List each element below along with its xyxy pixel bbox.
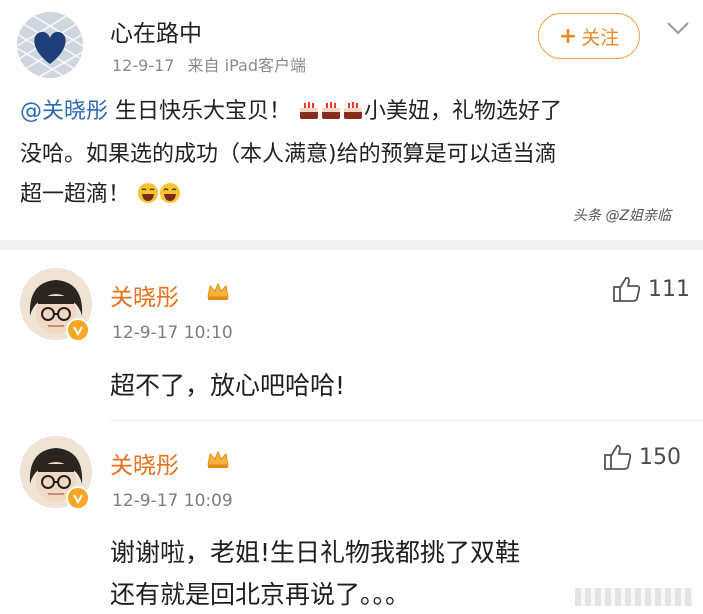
cake-emoji-icon bbox=[298, 95, 320, 135]
follow-label: 关注 bbox=[581, 26, 620, 49]
follow-button[interactable]: + 关注 bbox=[538, 13, 640, 59]
post-text-part1: 生日快乐大宝贝！ bbox=[108, 99, 292, 124]
post-line-1: @关晓彤 生日快乐大宝贝！ 小美妞，礼物选好了 bbox=[20, 92, 685, 135]
blurred-watermark bbox=[575, 588, 693, 606]
laughing-emoji-icon bbox=[137, 178, 159, 218]
crown-icon bbox=[207, 450, 229, 468]
comment-time: 12-9-17 10:10 bbox=[112, 323, 233, 343]
post-author-name[interactable]: 心在路中 bbox=[110, 14, 202, 48]
post-date: 12-9-17 bbox=[112, 56, 175, 75]
comment-text: 超不了，放心吧哈哈! bbox=[110, 371, 346, 400]
cake-emoji-icon bbox=[342, 95, 364, 135]
like-button[interactable]: 111 bbox=[612, 275, 690, 303]
comment-author-name[interactable]: 关晓彤 bbox=[110, 446, 179, 480]
comment-text: 还有就是回北京再说了。。。 bbox=[110, 580, 411, 609]
post-meta: 12-9-17 来自 iPad客户端 bbox=[112, 52, 306, 76]
heart-avatar-icon bbox=[17, 12, 83, 78]
post-text-part2: 小美妞，礼物选好了 bbox=[364, 99, 563, 124]
mention-link[interactable]: @关晓彤 bbox=[20, 99, 108, 124]
thumbs-up-icon bbox=[613, 276, 641, 302]
verified-badge-icon bbox=[66, 318, 90, 342]
thumbs-up-icon bbox=[604, 444, 632, 470]
like-count: 150 bbox=[639, 444, 681, 470]
comment-time: 12-9-17 10:09 bbox=[112, 491, 233, 511]
comment-text: 谢谢啦，老姐!生日礼物我都挑了双鞋 bbox=[110, 538, 521, 567]
laughing-emoji-icon bbox=[159, 178, 181, 218]
plus-icon: + bbox=[558, 23, 578, 49]
post-line-2: 没哈。如果选的成功（本人满意)给的预算是可以适当滴 bbox=[20, 142, 557, 167]
section-divider bbox=[0, 240, 703, 250]
comment-separator bbox=[110, 420, 703, 421]
verified-badge-icon bbox=[66, 486, 90, 510]
watermark-text: 头条 @Z姐亲临 bbox=[573, 208, 672, 224]
post-author-avatar[interactable] bbox=[17, 12, 83, 78]
cake-emoji-icon bbox=[320, 95, 342, 135]
chevron-down-icon[interactable] bbox=[665, 18, 691, 38]
like-count: 111 bbox=[648, 276, 690, 302]
post-body: @关晓彤 生日快乐大宝贝！ 小美妞，礼物选好了 没哈。如果选的成功（本人满意)给… bbox=[20, 92, 685, 218]
post-source: 来自 iPad客户端 bbox=[187, 56, 306, 75]
crown-icon bbox=[207, 282, 229, 300]
comment-author-name[interactable]: 关晓彤 bbox=[110, 278, 179, 312]
post-text-line3: 超一超滴！ bbox=[20, 182, 131, 207]
like-button[interactable]: 150 bbox=[603, 443, 681, 471]
